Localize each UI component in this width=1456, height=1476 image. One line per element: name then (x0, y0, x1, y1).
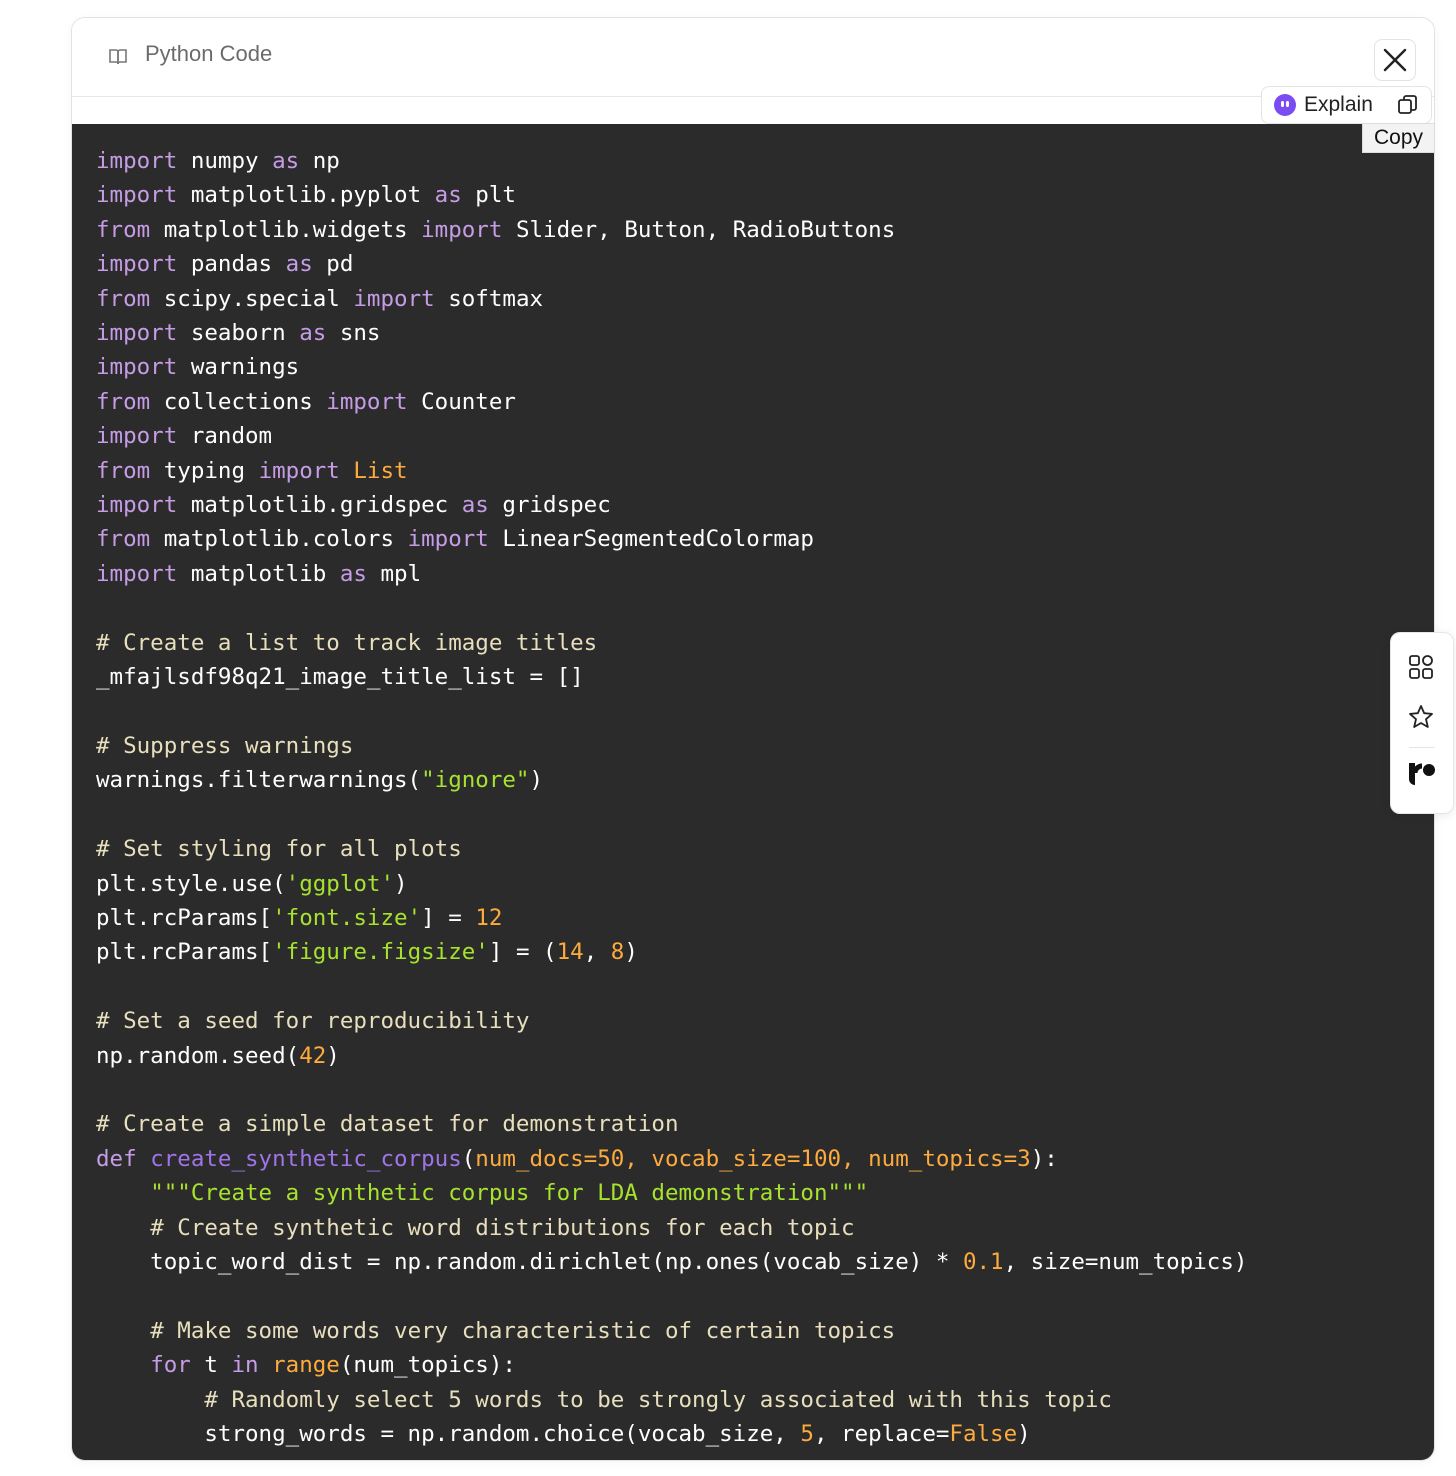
code-viewer-title: Python Code (145, 41, 273, 66)
brand-logo-button[interactable] (1407, 761, 1435, 789)
apps-grid-button[interactable] (1407, 653, 1435, 681)
star-icon (1409, 705, 1433, 728)
code-viewer-panel: Python Code import numpy as np import ma… (71, 17, 1435, 1461)
explain-button[interactable]: Explain (1261, 86, 1387, 124)
copy-icon (1398, 95, 1417, 114)
favorite-button[interactable] (1407, 703, 1435, 731)
book-open-icon (109, 49, 127, 65)
close-button[interactable] (1374, 39, 1416, 81)
close-icon (1383, 48, 1407, 72)
code-viewer-header: Python Code (72, 18, 1434, 97)
assistant-bot-icon (1274, 94, 1296, 116)
code-text[interactable]: import numpy as np import matplotlib.pyp… (72, 124, 1434, 1451)
copy-button[interactable] (1385, 86, 1432, 124)
copy-tooltip: Copy (1362, 123, 1435, 153)
explain-label: Explain (1304, 93, 1373, 116)
floating-sidebar (1390, 632, 1454, 814)
sidebar-divider (1409, 747, 1435, 748)
code-block[interactable]: import numpy as np import matplotlib.pyp… (72, 124, 1434, 1460)
logo-icon (1409, 763, 1435, 785)
apps-grid-icon (1409, 655, 1433, 679)
